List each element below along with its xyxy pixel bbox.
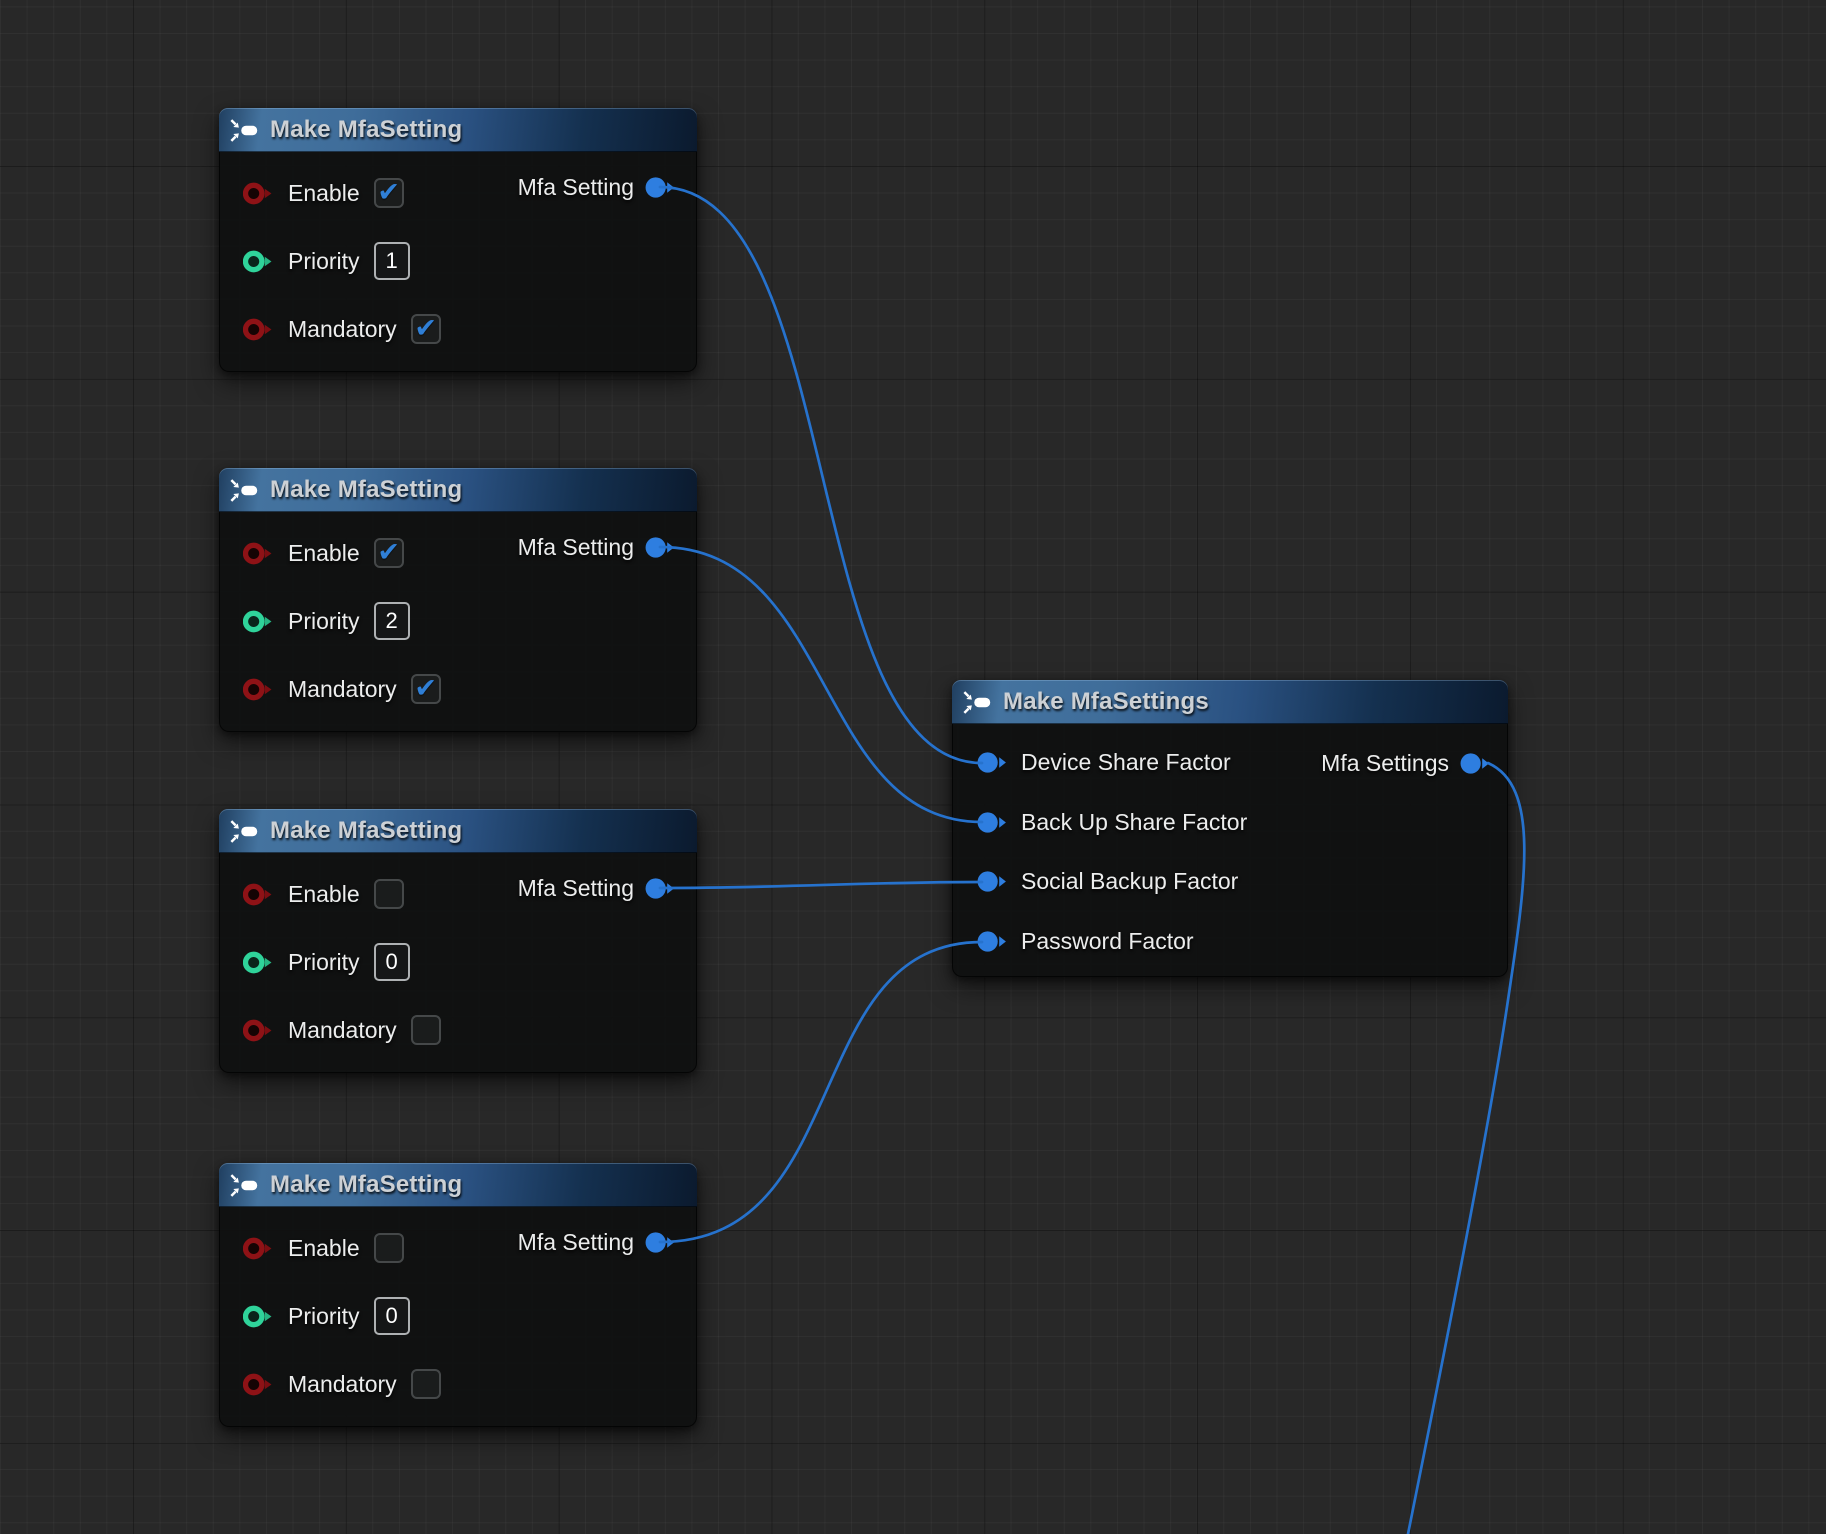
enable-checkbox[interactable] [374,538,404,568]
pin-label-enable: Enable [288,1235,360,1262]
input-pin-back-up-share-factor[interactable] [976,810,1007,835]
pin-label-priority: Priority [288,949,360,976]
node-header[interactable]: Make MfaSetting [219,809,697,853]
pin-row-priority: Priority 1 [219,227,697,295]
make-struct-icon [229,118,261,143]
node-title: Make MfaSettings [1003,688,1209,716]
node-make-mfasetting-1[interactable]: Make MfaSetting Mfa Setting Enable Prior… [219,108,697,372]
output-pin-label: Mfa Setting [518,174,634,201]
make-struct-icon [962,690,994,715]
enable-checkbox[interactable] [374,879,404,909]
node-header[interactable]: Make MfaSetting [219,108,697,152]
node-make-mfasetting-4[interactable]: Make MfaSetting Mfa Setting Enable Prior… [219,1163,697,1427]
pin-row-password-factor: Password Factor [952,912,1508,972]
graph-canvas[interactable]: Make MfaSetting Mfa Setting Enable Prior… [0,0,1826,1534]
output-pin-mfa-settings[interactable] [1459,751,1490,776]
node-header[interactable]: Make MfaSetting [219,1163,697,1207]
input-pin-priority[interactable] [243,249,274,274]
node-header[interactable]: Make MfaSettings [952,680,1508,724]
pin-label: Password Factor [1021,928,1194,955]
pin-label: Back Up Share Factor [1021,809,1247,836]
node-make-mfasetting-3[interactable]: Make MfaSetting Mfa Setting Enable Prior… [219,809,697,1073]
output-pin-mfa-setting[interactable] [644,876,675,901]
pin-row-priority: Priority 0 [219,1282,697,1350]
priority-input[interactable]: 0 [374,943,410,981]
input-pin-password-factor[interactable] [976,929,1007,954]
input-pin-mandatory[interactable] [243,1372,274,1397]
node-header[interactable]: Make MfaSetting [219,468,697,512]
mandatory-checkbox[interactable] [411,1369,441,1399]
output-row: Mfa Setting [518,165,675,209]
priority-input[interactable]: 1 [374,242,410,280]
output-row: Mfa Settings [1321,741,1490,785]
make-struct-icon [229,478,261,503]
output-row: Mfa Setting [518,525,675,569]
pin-row-back-up-share-factor: Back Up Share Factor [952,793,1508,853]
mandatory-checkbox[interactable] [411,674,441,704]
pin-row-mandatory: Mandatory [219,655,697,723]
mandatory-checkbox[interactable] [411,314,441,344]
priority-input[interactable]: 2 [374,602,410,640]
pin-label: Social Backup Factor [1021,868,1238,895]
pin-label-enable: Enable [288,540,360,567]
node-make-mfasetting-2[interactable]: Make MfaSetting Mfa Setting Enable Prior… [219,468,697,732]
wire[interactable] [660,547,982,822]
mandatory-checkbox[interactable] [411,1015,441,1045]
input-pin-enable[interactable] [243,541,274,566]
input-pin-enable[interactable] [243,882,274,907]
pin-label-priority: Priority [288,608,360,635]
wire[interactable] [660,187,982,763]
pin-label-enable: Enable [288,881,360,908]
input-pin-mandatory[interactable] [243,1018,274,1043]
node-title: Make MfaSetting [270,476,462,504]
output-pin-mfa-setting[interactable] [644,535,675,560]
pin-label-mandatory: Mandatory [288,1371,397,1398]
pin-label-priority: Priority [288,1303,360,1330]
output-pin-mfa-setting[interactable] [644,175,675,200]
node-title: Make MfaSetting [270,1171,462,1199]
make-struct-icon [229,819,261,844]
input-pin-device-share-factor[interactable] [976,750,1007,775]
pin-row-mandatory: Mandatory [219,996,697,1064]
node-title: Make MfaSetting [270,116,462,144]
pin-row-mandatory: Mandatory [219,1350,697,1418]
pin-row-mandatory: Mandatory [219,295,697,363]
wire[interactable] [660,882,982,888]
output-pin-label: Mfa Setting [518,875,634,902]
pin-label-mandatory: Mandatory [288,316,397,343]
pin-label-priority: Priority [288,248,360,275]
pin-label-mandatory: Mandatory [288,676,397,703]
node-make-mfasettings[interactable]: Make MfaSettings Mfa Settings Device Sha… [952,680,1508,977]
enable-checkbox[interactable] [374,1233,404,1263]
pin-row-priority: Priority 2 [219,587,697,655]
pin-label-mandatory: Mandatory [288,1017,397,1044]
pin-row-social-backup-factor: Social Backup Factor [952,852,1508,912]
input-pin-enable[interactable] [243,1236,274,1261]
enable-checkbox[interactable] [374,178,404,208]
pin-label: Device Share Factor [1021,749,1231,776]
input-pin-priority[interactable] [243,950,274,975]
pin-row-priority: Priority 0 [219,928,697,996]
priority-input[interactable]: 0 [374,1297,410,1335]
input-pin-mandatory[interactable] [243,317,274,342]
output-row: Mfa Setting [518,1220,675,1264]
node-title: Make MfaSetting [270,817,462,845]
pin-label-enable: Enable [288,180,360,207]
input-pin-enable[interactable] [243,181,274,206]
output-pin-label: Mfa Settings [1321,750,1449,777]
input-pin-priority[interactable] [243,1304,274,1329]
wire[interactable] [660,942,982,1242]
input-pin-mandatory[interactable] [243,677,274,702]
output-pin-label: Mfa Setting [518,1229,634,1256]
output-pin-label: Mfa Setting [518,534,634,561]
output-pin-mfa-setting[interactable] [644,1230,675,1255]
output-row: Mfa Setting [518,866,675,910]
input-pin-priority[interactable] [243,609,274,634]
make-struct-icon [229,1173,261,1198]
input-pin-social-backup-factor[interactable] [976,869,1007,894]
